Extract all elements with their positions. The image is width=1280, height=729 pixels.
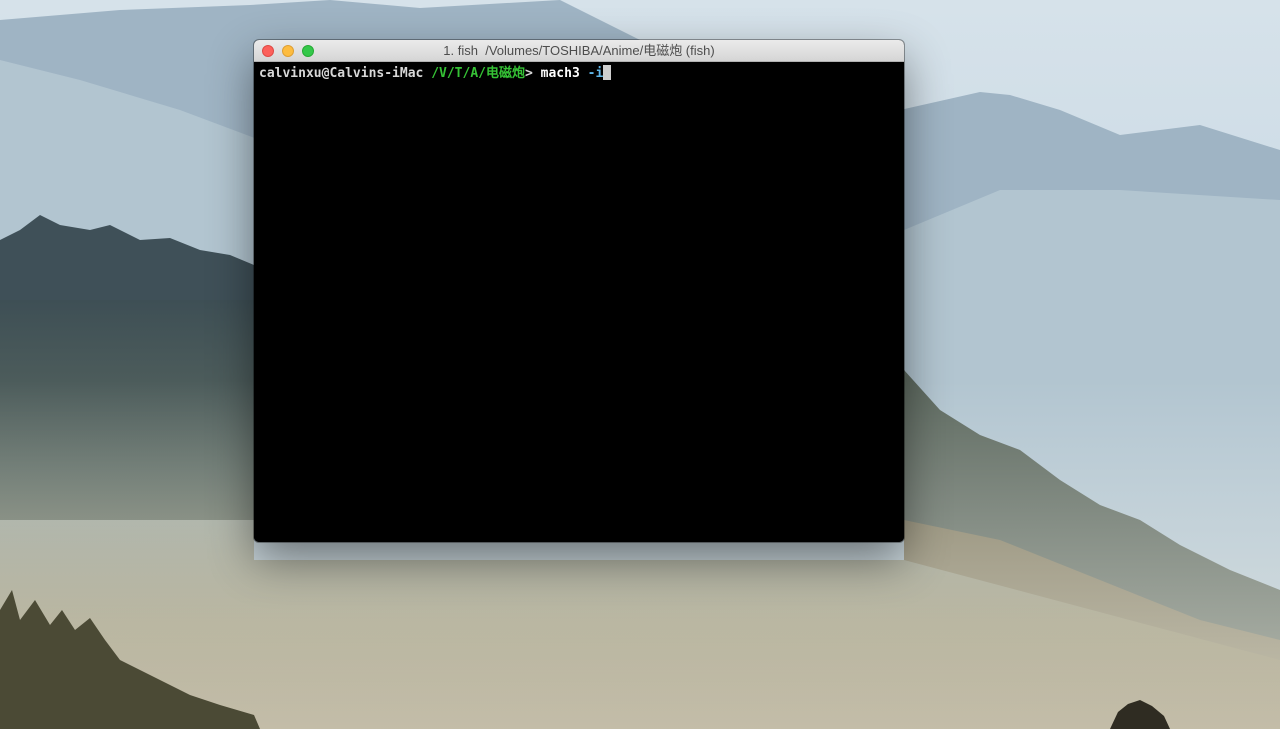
terminal-output[interactable]: calvinxu@Calvins-iMac /V/T/A/电磁炮> mach3 …	[254, 62, 904, 542]
command-text: mach3	[540, 66, 580, 81]
prompt-line: calvinxu@Calvins-iMac /V/T/A/电磁炮> mach3 …	[259, 65, 899, 83]
zoom-icon[interactable]	[302, 45, 314, 57]
close-icon[interactable]	[262, 45, 274, 57]
prompt-working-directory: /V/T/A/电磁炮	[431, 66, 525, 81]
minimize-icon[interactable]	[282, 45, 294, 57]
text-cursor	[603, 65, 612, 80]
prompt-symbol: >	[525, 66, 533, 81]
prompt-user-host: calvinxu@Calvins-iMac	[259, 66, 424, 81]
window-title: 1. fish /Volumes/TOSHIBA/Anime/电磁炮 (fish…	[443, 43, 715, 58]
window-titlebar[interactable]: 1. fish /Volumes/TOSHIBA/Anime/电磁炮 (fish…	[254, 40, 904, 62]
command-argument: -i	[587, 66, 604, 81]
terminal-window[interactable]: 1. fish /Volumes/TOSHIBA/Anime/电磁炮 (fish…	[254, 40, 904, 542]
